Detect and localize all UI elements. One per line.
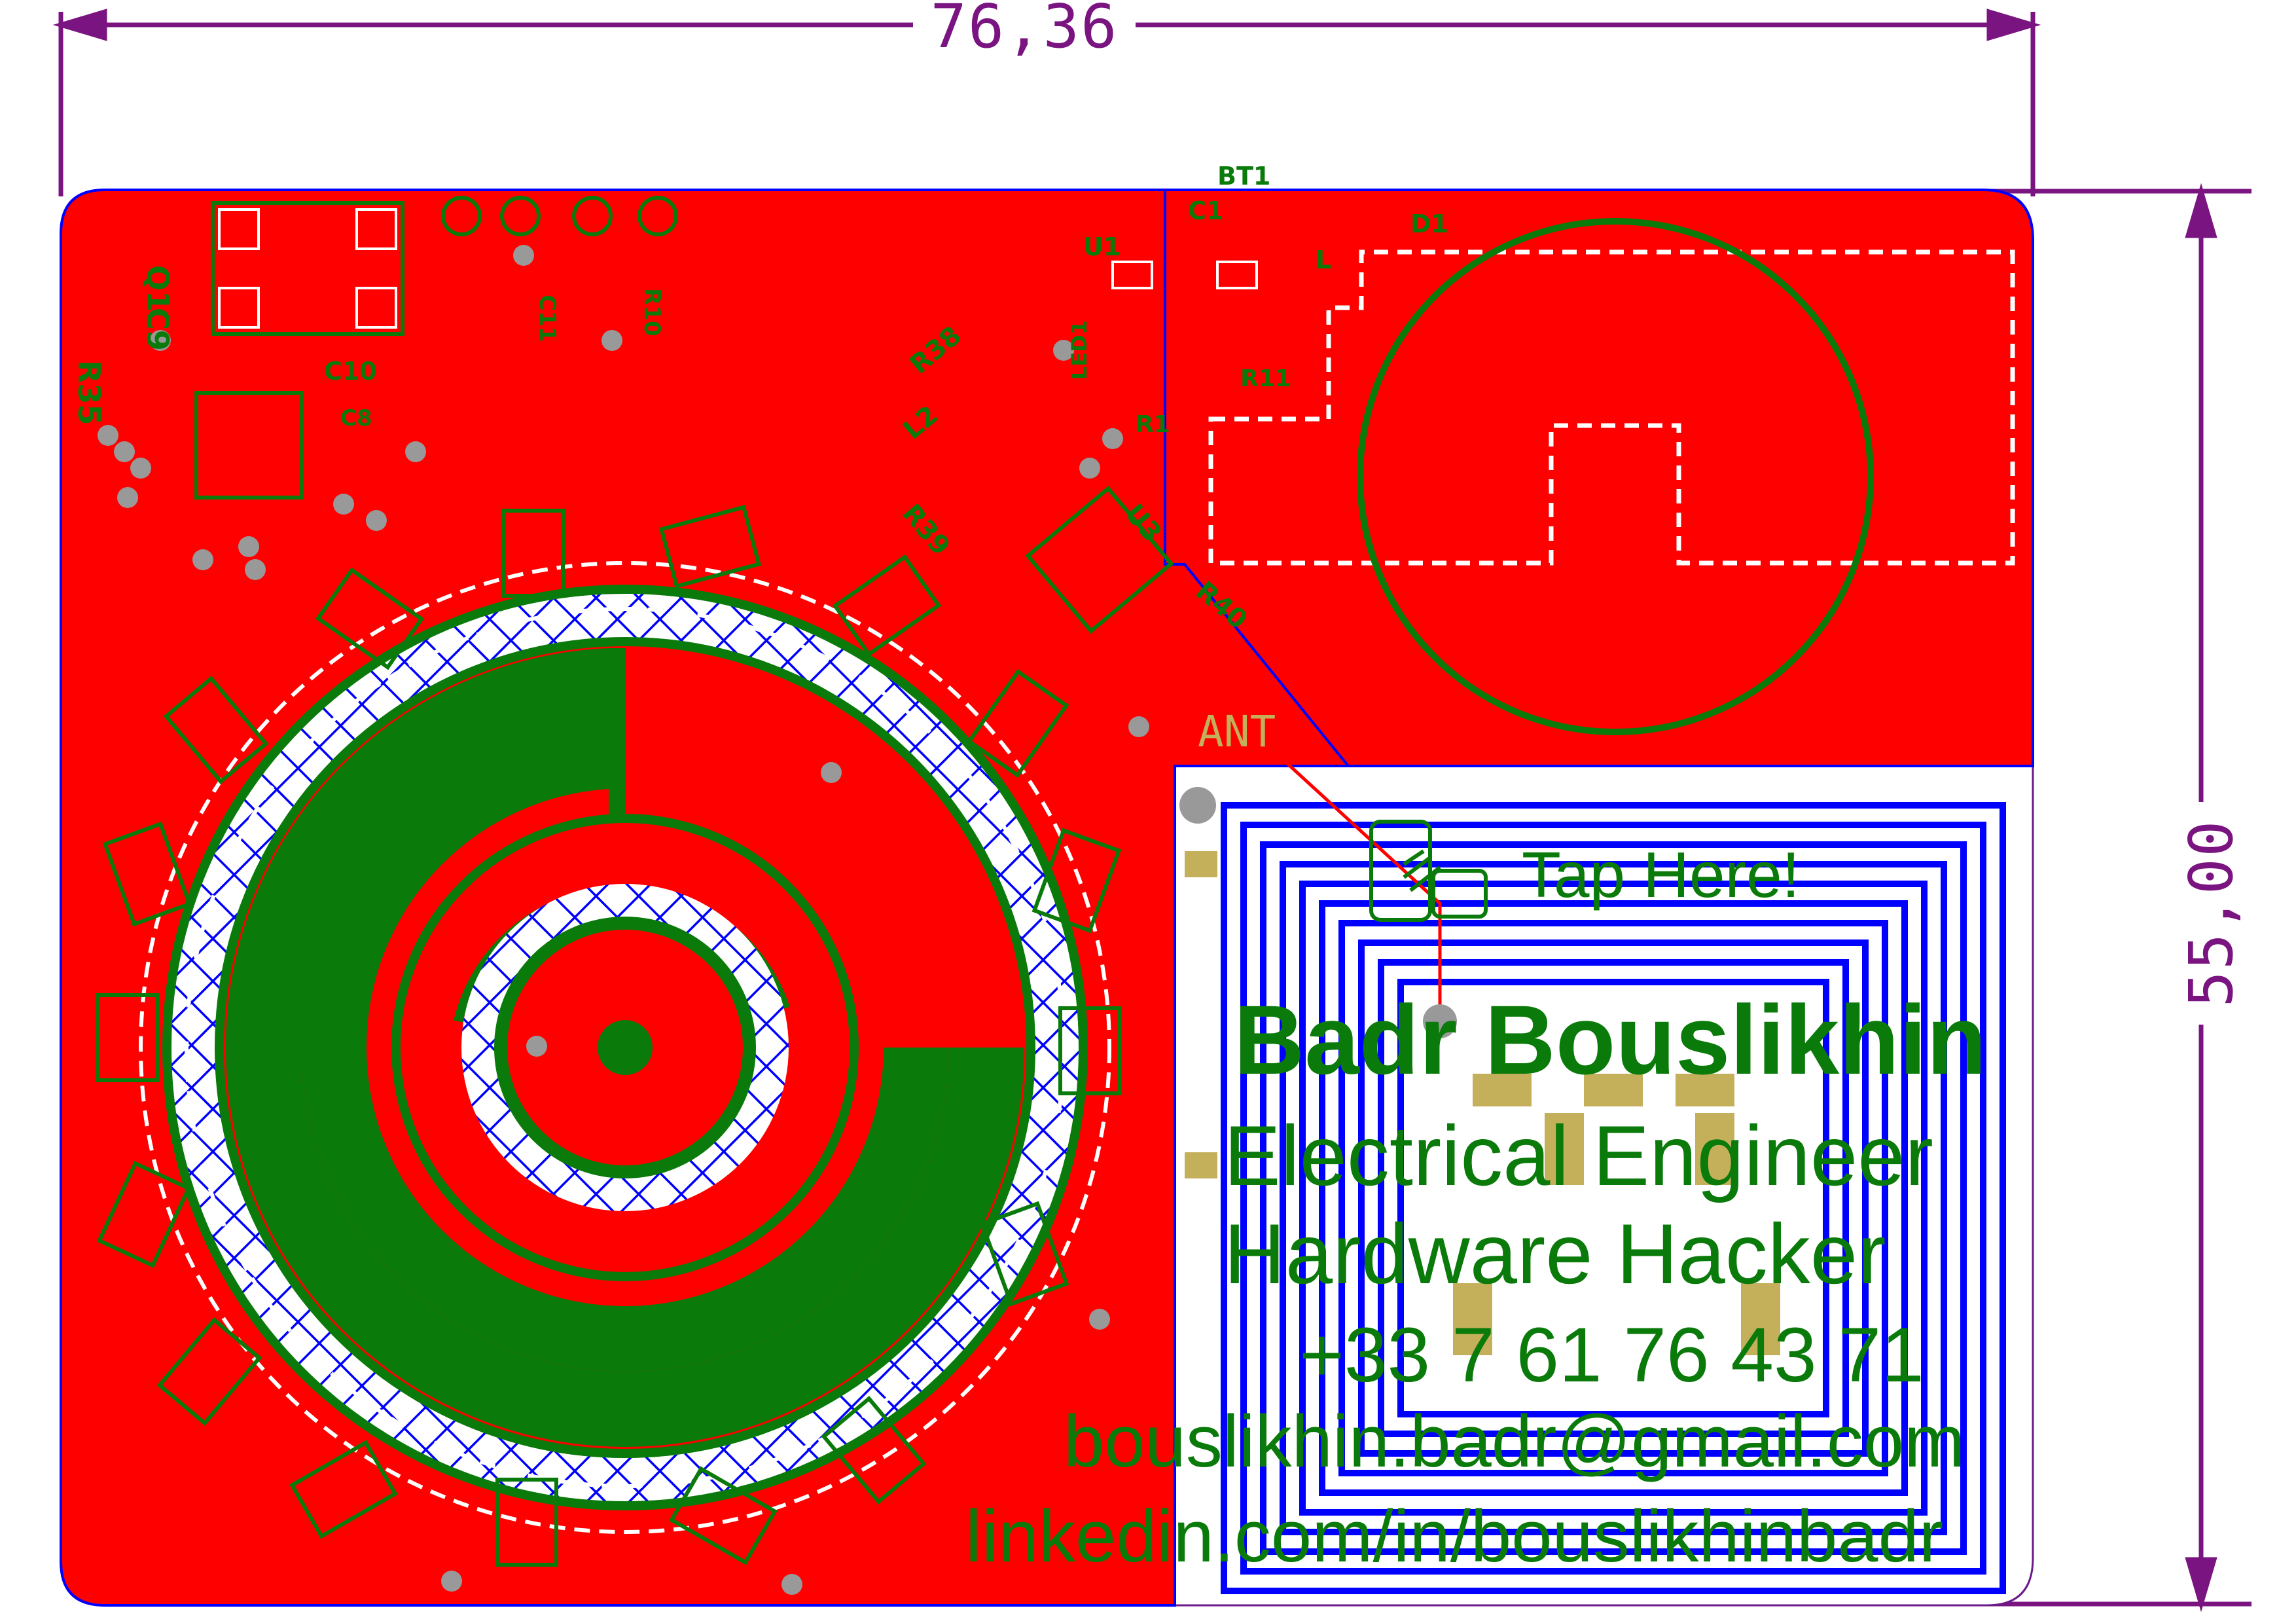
width-dimension-label: 76,36 [931,0,1119,62]
designator-r10: R10 [639,288,665,337]
designator-r35: R35 [71,360,107,425]
card-title-1: Electrical Engineer [1224,1108,1933,1203]
designator-u1: U1 [1083,232,1121,261]
designator-r11: R11 [1240,365,1291,392]
designator-c1: C1 [1188,196,1223,225]
designator-c9: C9 [140,308,175,351]
antenna-via [1179,787,1216,824]
designator-d1: D1 [1410,210,1448,238]
designator-bt1: BT1 [1217,162,1270,191]
card-email: bouslikhin.badr@gmail.com [1064,1400,1965,1482]
height-dimension-label: 55,00 [2176,820,2246,1008]
designator-c11: C11 [534,295,560,342]
pcb-layout-view: 76,36 55,00 BT1 C1 D1 U1 L Q1 C9 R35 C10… [52,0,2251,1613]
card-title-2: Hardware Hacker [1224,1206,1886,1302]
card-linkedin: linkedin.com/in/bouslikhinbadr [965,1495,1943,1577]
tap-here-label: Tap Here! [1522,839,1800,911]
designator-r1: R1 [1136,411,1170,438]
designator-c8: C8 [340,405,372,431]
designator-ant: ANT [1198,706,1276,757]
designator-c10: C10 [324,357,377,386]
touch-wheel [121,543,1129,1552]
card-name: Badr Bouslikhin [1234,985,1986,1095]
designator-led1: LED1 [1067,320,1092,380]
card-phone: +33 7 61 76 43 71 [1299,1312,1924,1398]
designator-q1: Q1 [140,265,175,312]
designator-l: L [1316,246,1331,274]
